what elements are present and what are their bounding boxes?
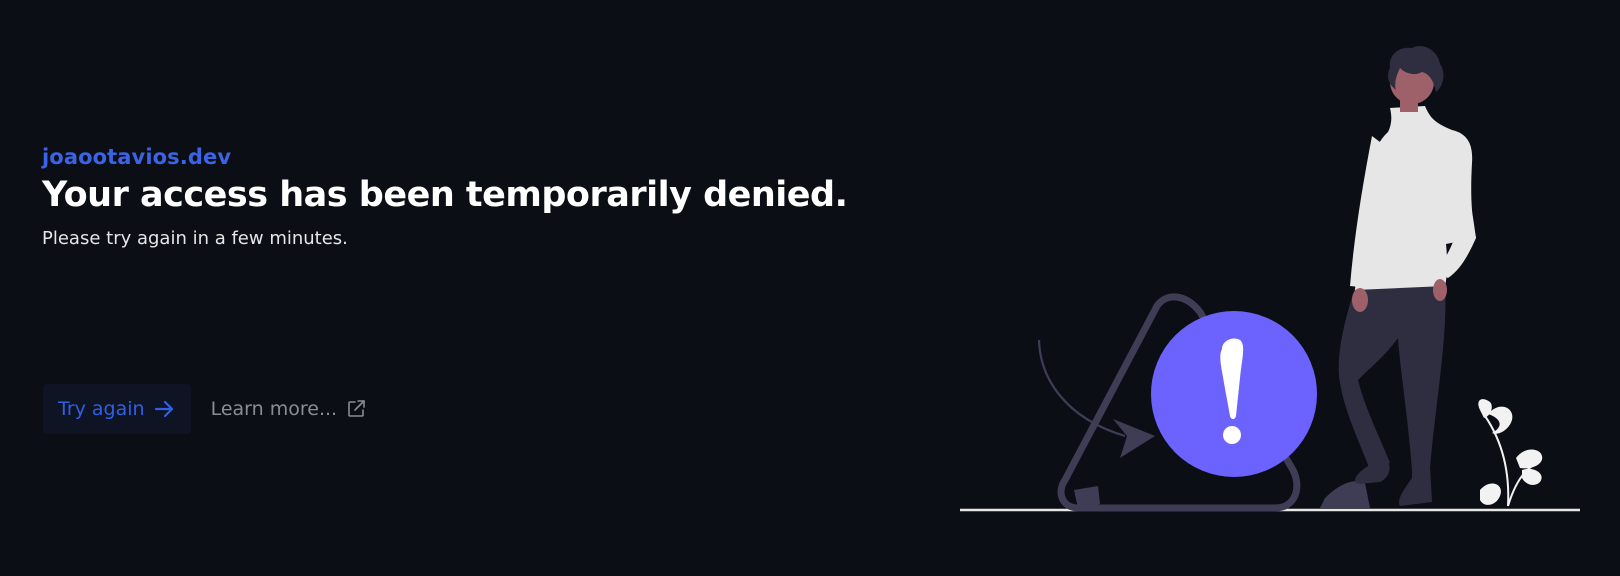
person-figure [1320, 45, 1476, 508]
learn-more-label: Learn more... [210, 398, 338, 420]
message-block: joaootavios.dev Your access has been tem… [42, 144, 862, 250]
arrow-right-icon [153, 398, 175, 420]
learn-more-link[interactable]: Learn more... [211, 398, 366, 420]
curved-arrow [1037, 339, 1155, 458]
page-title: Your access has been temporarily denied. [42, 175, 848, 215]
access-denied-page: joaootavios.dev Your access has been tem… [0, 0, 1620, 576]
try-again-button[interactable]: Try again [43, 384, 191, 434]
access-denied-illustration [960, 45, 1580, 512]
try-again-label: Try again [58, 398, 145, 420]
page-subtitle: Please try again in a few minutes. [42, 228, 348, 249]
site-name: joaootavios.dev [42, 145, 232, 169]
external-link-icon [346, 399, 366, 419]
exclamation-icon [1151, 311, 1317, 477]
plant-icon [1478, 399, 1543, 507]
actions-row: Try again Learn more... [43, 384, 366, 434]
